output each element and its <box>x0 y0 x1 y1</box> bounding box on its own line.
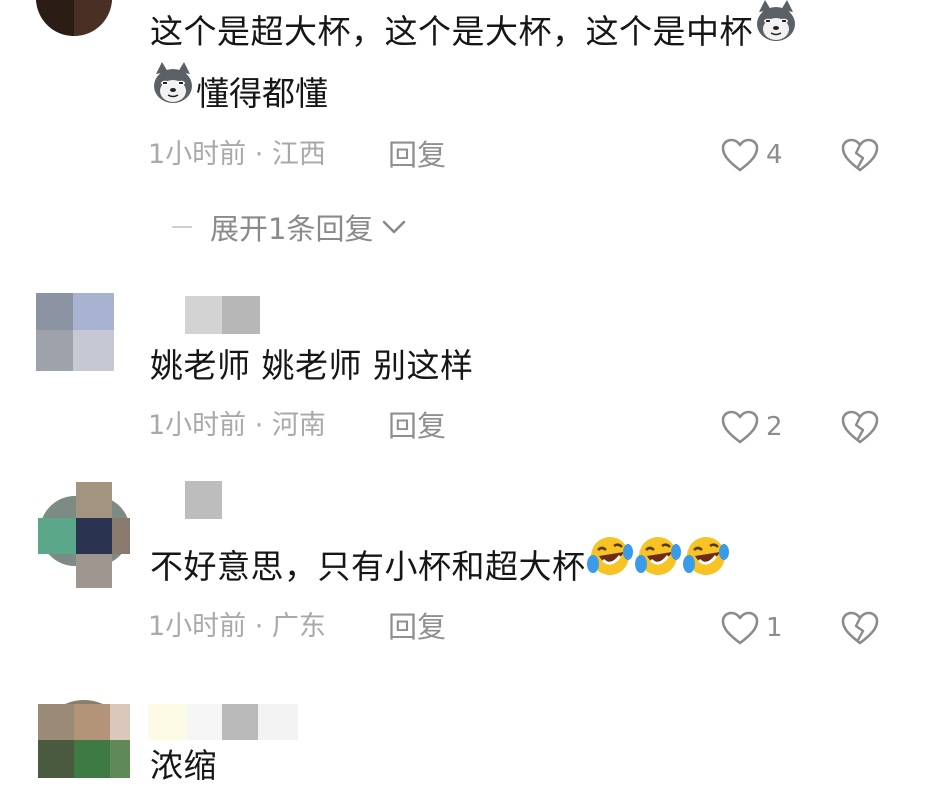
divider <box>172 226 192 228</box>
reply-button[interactable]: 回复 <box>388 406 446 446</box>
emoji-group <box>586 537 730 586</box>
avatar[interactable] <box>36 293 114 371</box>
heart-outline-icon <box>721 138 759 172</box>
like-button[interactable]: 2 <box>720 405 783 449</box>
reply-button[interactable]: 回复 <box>388 135 446 175</box>
laugh-cry-emoji <box>586 534 634 597</box>
laugh-cry-emoji <box>682 534 730 597</box>
comment-text: 姚老师 姚老师 别这样 <box>150 336 473 396</box>
expand-replies-button[interactable]: 展开1条回复 <box>172 205 407 249</box>
avatar[interactable] <box>38 482 130 588</box>
dislike-button[interactable] <box>840 405 880 449</box>
like-count: 1 <box>766 613 783 643</box>
heart-outline-icon <box>721 410 759 444</box>
broken-heart-icon <box>841 410 879 444</box>
like-button[interactable]: 4 <box>720 133 783 177</box>
like-count: 2 <box>766 412 783 442</box>
comment-text: 浓缩 <box>150 736 217 796</box>
username[interactable] <box>148 704 298 740</box>
comment-text: 这个是超大杯，这个是大杯，这个是中杯 <box>150 0 799 63</box>
comment-text-content: 懂得都懂 <box>196 74 328 113</box>
comment-text-content: 这个是超大杯，这个是大杯，这个是中杯 <box>150 12 753 51</box>
like-button[interactable]: 1 <box>720 606 783 650</box>
username[interactable] <box>185 481 222 519</box>
laugh-cry-emoji <box>634 534 682 597</box>
chevron-down-icon <box>383 220 406 234</box>
heart-outline-icon <box>721 611 759 645</box>
comment-text: 不好意思，只有小杯和超大杯 <box>150 537 730 597</box>
avatar[interactable] <box>36 0 112 36</box>
dislike-button[interactable] <box>840 606 880 650</box>
comment-time-location: 1小时前 · 广东 <box>148 611 326 642</box>
comment-text-content: 浓缩 <box>150 746 217 785</box>
husky-dog-emoji <box>753 0 799 63</box>
husky-dog-emoji <box>150 60 196 125</box>
dislike-button[interactable] <box>840 133 880 177</box>
broken-heart-icon <box>841 138 879 172</box>
comment-time-location: 1小时前 · 河南 <box>148 410 326 441</box>
avatar[interactable] <box>38 690 130 778</box>
reply-button[interactable]: 回复 <box>388 607 446 647</box>
broken-heart-icon <box>841 611 879 645</box>
expand-replies-label: 展开1条回复 <box>210 212 374 246</box>
comment-text-line2: 懂得都懂 <box>150 62 328 125</box>
comment-time-location: 1小时前 · 江西 <box>148 139 326 170</box>
username[interactable] <box>185 296 260 334</box>
like-count: 4 <box>766 140 783 170</box>
comment-text-content: 不好意思，只有小杯和超大杯 <box>150 547 586 586</box>
comment-text-content: 姚老师 姚老师 别这样 <box>150 346 474 385</box>
